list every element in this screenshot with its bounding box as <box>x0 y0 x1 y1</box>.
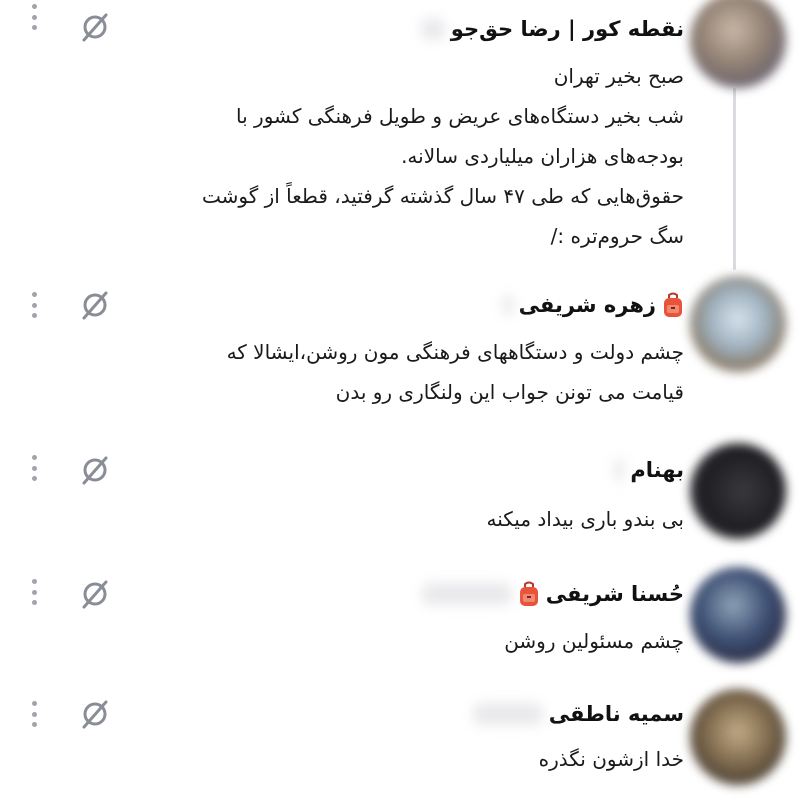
backpack-emoji <box>664 292 682 317</box>
more-options-icon[interactable] <box>26 455 42 481</box>
avatar[interactable] <box>690 276 786 372</box>
author-name[interactable]: سمیه ناطقی <box>549 701 684 727</box>
avatar[interactable] <box>690 689 786 785</box>
avatar[interactable] <box>690 567 786 663</box>
avatar[interactable] <box>690 443 786 539</box>
post-header: زهره شریفی <box>502 292 684 318</box>
post-header: سمیه ناطقی <box>472 701 684 727</box>
author-handle <box>502 294 513 316</box>
post-header: حُسنا شریفی <box>421 581 684 607</box>
post-text: چشم مسئولین روشن <box>504 621 684 661</box>
post-text-line: حقوق‌هایی که طی ۴۷ سال گذشته گرفتید، قطع… <box>202 184 684 208</box>
empty-set-icon[interactable] <box>78 10 112 44</box>
post-text-line: صبح بخیر تهران <box>553 64 684 88</box>
post-text: چشم دولت و دستگاههای فرهنگی مون روشن،ایش… <box>227 332 684 412</box>
author-name[interactable]: حُسنا شریفی <box>546 581 684 607</box>
author-name[interactable]: زهره شریفی <box>519 292 656 318</box>
post-text-line: بی بندو باری بیداد میکنه <box>486 507 684 531</box>
post-text: خدا ازشون نگذره <box>539 739 684 779</box>
author-handle <box>614 459 625 481</box>
empty-set-icon[interactable] <box>78 577 112 611</box>
author-name[interactable]: بهنام <box>630 457 684 483</box>
more-options-icon[interactable] <box>26 292 42 318</box>
post-text-line: قیامت می تونن جواب این ولنگاری رو بدن <box>335 380 684 404</box>
post-text-line: خدا ازشون نگذره <box>538 747 684 771</box>
author-handle <box>472 703 543 725</box>
post-text-line: چشم دولت و دستگاههای فرهنگی مون روشن،ایش… <box>226 340 684 364</box>
author-handle <box>421 583 512 605</box>
author-name[interactable]: نقطه کور | رضا حق‌جو <box>451 16 684 42</box>
post-text-line: چشم مسئولین روشن <box>504 629 684 653</box>
reply-thread-line <box>733 88 736 270</box>
post-text: صبح بخیر تهران شب بخیر دستگاه‌های عریض و… <box>202 56 684 256</box>
post-text: بی بندو باری بیداد میکنه <box>486 499 684 539</box>
author-handle <box>420 18 445 40</box>
more-options-icon[interactable] <box>26 701 42 727</box>
empty-set-icon[interactable] <box>78 697 112 731</box>
more-options-icon[interactable] <box>26 579 42 605</box>
post-text-line: بودجه‌های هزاران میلیاردی سالانه. <box>401 144 684 168</box>
post-text-line: سگ حروم‌تره :/ <box>550 224 684 248</box>
post-header: نقطه کور | رضا حق‌جو <box>420 16 684 42</box>
post-header: بهنام <box>614 457 684 483</box>
post-text-line: شب بخیر دستگاه‌های عریض و طویل فرهنگی کش… <box>236 104 684 128</box>
empty-set-icon[interactable] <box>78 288 112 322</box>
more-options-icon[interactable] <box>26 4 42 30</box>
backpack-emoji <box>519 581 538 606</box>
avatar[interactable] <box>690 0 786 88</box>
empty-set-icon[interactable] <box>78 453 112 487</box>
